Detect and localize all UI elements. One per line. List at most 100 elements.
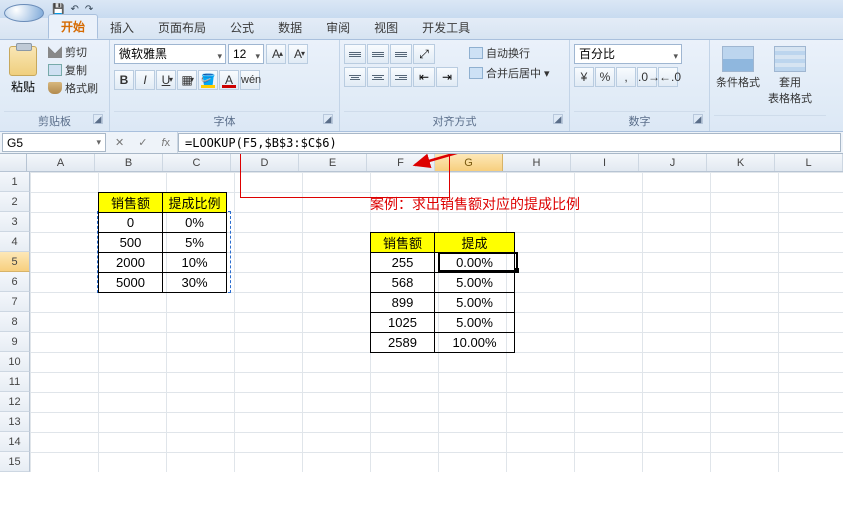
align-middle-button[interactable] [367, 44, 389, 64]
tab-data[interactable]: 数据 [266, 16, 314, 39]
tab-layout[interactable]: 页面布局 [146, 16, 218, 39]
align-left-button[interactable] [344, 67, 366, 87]
col-header-D[interactable]: D [231, 154, 299, 171]
row-header-6[interactable]: 6 [0, 272, 30, 292]
row-header-2[interactable]: 2 [0, 192, 30, 212]
fx-cancel-icon[interactable]: ✕ [115, 136, 124, 149]
font-name-combo[interactable]: 微软雅黑 [114, 44, 226, 64]
alignment-launcher[interactable]: ◢ [553, 114, 563, 124]
cond-format-icon [722, 46, 754, 72]
group-label-alignment: 对齐方式◢ [344, 111, 565, 131]
formula-input[interactable]: =LOOKUP(F5,$B$3:$C$6) [178, 133, 841, 152]
row-header-3[interactable]: 3 [0, 212, 30, 232]
t1-h2: 提成比例 [163, 193, 227, 213]
indent-inc-button[interactable]: ⇥ [436, 67, 458, 87]
increase-decimal-button[interactable]: .0→ [637, 67, 657, 87]
copy-button[interactable]: 复制 [48, 62, 98, 78]
group-label-font: 字体◢ [114, 111, 335, 131]
number-launcher[interactable]: ◢ [693, 114, 703, 124]
percent-button[interactable]: % [595, 67, 615, 87]
decrease-decimal-button[interactable]: ←.0 [658, 67, 678, 87]
paste-button[interactable]: 粘贴 [4, 44, 42, 95]
col-header-G[interactable]: G [435, 154, 503, 171]
align-top-button[interactable] [344, 44, 366, 64]
row-header-9[interactable]: 9 [0, 332, 30, 352]
wrap-text-button[interactable]: 自动换行 [466, 44, 553, 62]
format-painter-button[interactable]: 格式刷 [48, 80, 98, 96]
conditional-format-button[interactable]: 条件格式 [714, 44, 762, 90]
col-header-L[interactable]: L [775, 154, 843, 171]
sheet-table-rates: 销售额提成比例 00%5005%200010%500030% [98, 192, 227, 293]
row-header-1[interactable]: 1 [0, 172, 30, 192]
col-header-C[interactable]: C [163, 154, 231, 171]
quick-access-toolbar: 💾 ↶ ↷ [52, 4, 93, 15]
table-format-button[interactable]: 套用 表格格式 [766, 44, 814, 106]
fill-color-button[interactable]: 🪣 [198, 70, 218, 90]
group-label-styles [714, 115, 826, 131]
align-center-button[interactable] [367, 67, 389, 87]
col-header-H[interactable]: H [503, 154, 571, 171]
worksheet-grid[interactable]: ABCDEFGHIJKL 123456789101112131415 销售额提成… [0, 154, 843, 508]
col-header-B[interactable]: B [95, 154, 163, 171]
col-header-A[interactable]: A [27, 154, 95, 171]
border-button[interactable]: ▦▾ [177, 70, 197, 90]
orientation-button[interactable]: ⤢ [413, 44, 435, 64]
underline-button[interactable]: U▾ [156, 70, 176, 90]
number-format-combo[interactable]: 百分比 [574, 44, 682, 64]
cells-area[interactable]: 销售额提成比例 00%5005%200010%500030% 案例：求出销售额对… [30, 172, 843, 472]
row-header-15[interactable]: 15 [0, 452, 30, 472]
font-color-button[interactable]: A [219, 70, 239, 90]
group-label-clipboard: 剪贴板◢ [4, 111, 105, 131]
tab-view[interactable]: 视图 [362, 16, 410, 39]
tab-review[interactable]: 审阅 [314, 16, 362, 39]
tab-dev[interactable]: 开发工具 [410, 16, 482, 39]
row-header-5[interactable]: 5 [0, 252, 30, 272]
row-header-14[interactable]: 14 [0, 432, 30, 452]
font-size-combo[interactable]: 12 [228, 44, 264, 64]
select-all-corner[interactable] [0, 154, 27, 171]
row-header-8[interactable]: 8 [0, 312, 30, 332]
row-header-4[interactable]: 4 [0, 232, 30, 252]
qat-redo-icon[interactable]: ↷ [85, 4, 93, 15]
row-header-10[interactable]: 10 [0, 352, 30, 372]
col-header-F[interactable]: F [367, 154, 435, 171]
table-row: 200010% [99, 253, 227, 273]
row-header-7[interactable]: 7 [0, 292, 30, 312]
col-header-J[interactable]: J [639, 154, 707, 171]
comma-button[interactable]: , [616, 67, 636, 87]
align-right-button[interactable] [390, 67, 412, 87]
fx-confirm-icon[interactable]: ✓ [138, 136, 147, 149]
phonetic-button[interactable]: wén [240, 70, 260, 90]
bold-button[interactable]: B [114, 70, 134, 90]
col-header-I[interactable]: I [571, 154, 639, 171]
group-number: 百分比 ¥ % , .0→ ←.0 数字◢ [570, 40, 710, 131]
table-row: 2550.00% [371, 253, 515, 273]
cut-button[interactable]: 剪切 [48, 44, 98, 60]
row-header-11[interactable]: 11 [0, 372, 30, 392]
italic-button[interactable]: I [135, 70, 155, 90]
tab-home[interactable]: 开始 [48, 14, 98, 39]
cut-icon [48, 46, 62, 58]
qat-undo-icon[interactable]: ↶ [70, 4, 78, 15]
col-header-K[interactable]: K [707, 154, 775, 171]
column-headers: ABCDEFGHIJKL [0, 154, 843, 172]
office-button[interactable] [4, 4, 44, 22]
clipboard-launcher[interactable]: ◢ [93, 114, 103, 124]
table-row: 500030% [99, 273, 227, 293]
shrink-font-button[interactable]: A▾ [288, 44, 308, 64]
sheet-table-results: 销售额提成 2550.00%5685.00%8995.00%10255.00%2… [370, 232, 515, 353]
font-launcher[interactable]: ◢ [323, 114, 333, 124]
merge-center-button[interactable]: 合并后居中▾ [466, 64, 553, 82]
tab-insert[interactable]: 插入 [98, 16, 146, 39]
row-header-12[interactable]: 12 [0, 392, 30, 412]
tab-formula[interactable]: 公式 [218, 16, 266, 39]
row-header-13[interactable]: 13 [0, 412, 30, 432]
indent-dec-button[interactable]: ⇤ [413, 67, 435, 87]
currency-button[interactable]: ¥ [574, 67, 594, 87]
name-box[interactable]: G5 [2, 133, 106, 152]
col-header-E[interactable]: E [299, 154, 367, 171]
qat-save-icon[interactable]: 💾 [52, 4, 64, 15]
fx-icon[interactable]: fx [161, 137, 170, 149]
grow-font-button[interactable]: A▴ [266, 44, 286, 64]
align-bottom-button[interactable] [390, 44, 412, 64]
